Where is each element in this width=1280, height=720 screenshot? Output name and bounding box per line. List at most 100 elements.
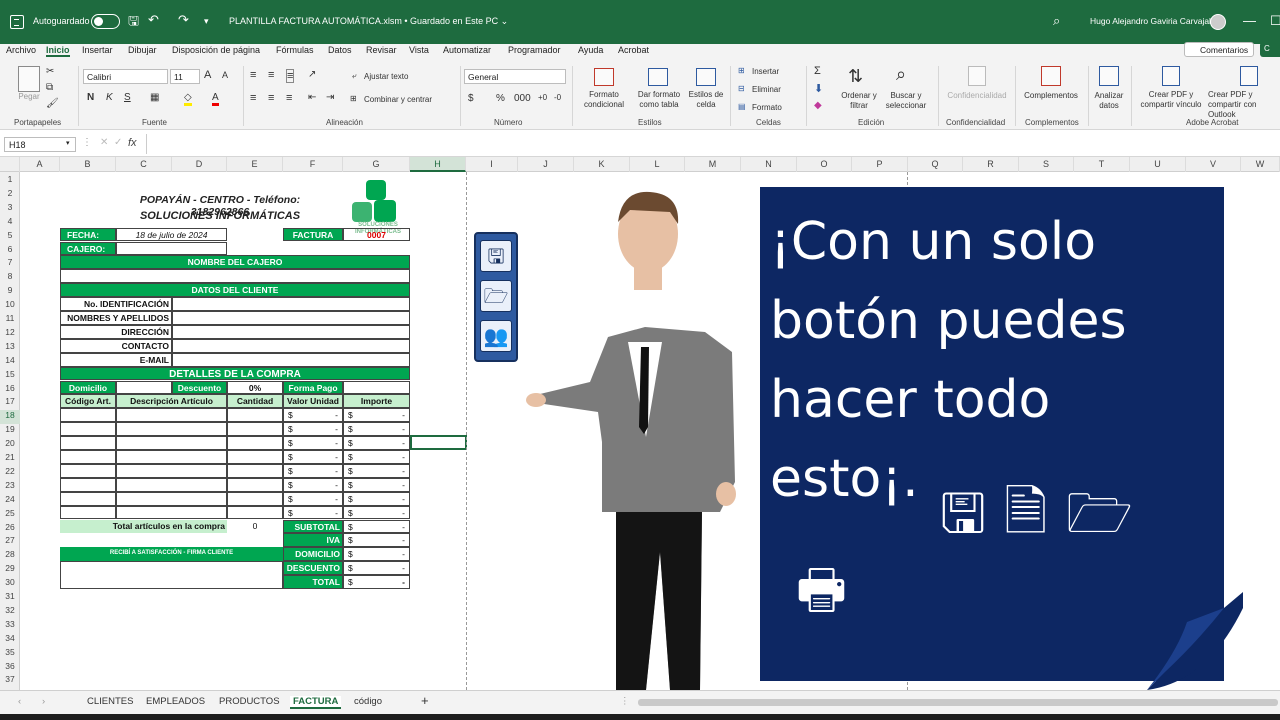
column-header[interactable]: O bbox=[797, 157, 852, 172]
column-header[interactable]: R bbox=[963, 157, 1019, 172]
merge-center-button[interactable]: Combinar y centrar bbox=[364, 95, 432, 104]
wrap-text-button[interactable]: Ajustar texto bbox=[364, 72, 408, 81]
column-header[interactable]: T bbox=[1074, 157, 1130, 172]
tab-automatizar[interactable]: Automatizar bbox=[443, 45, 491, 55]
row-header[interactable]: 8 bbox=[0, 271, 20, 285]
column-header[interactable]: U bbox=[1130, 157, 1186, 172]
column-header[interactable]: G bbox=[343, 157, 410, 172]
column-header[interactable]: E bbox=[227, 157, 283, 172]
user-name[interactable]: Hugo Alejandro Gaviria Carvajal bbox=[1090, 16, 1211, 26]
column-header[interactable]: W bbox=[1241, 157, 1280, 172]
horizontal-scrollbar[interactable] bbox=[638, 699, 1278, 706]
row-header[interactable]: 16 bbox=[0, 383, 20, 397]
sheet-tab-empleados[interactable]: EMPLEADOS bbox=[146, 696, 205, 707]
row-header[interactable]: 29 bbox=[0, 563, 20, 577]
column-header[interactable]: S bbox=[1019, 157, 1074, 172]
format-table-icon[interactable] bbox=[648, 68, 668, 86]
worksheet-grid[interactable]: POPAYÁN - CENTRO - Teléfono: 3182962866 … bbox=[20, 172, 1280, 690]
row-header[interactable]: 4 bbox=[0, 216, 20, 230]
paste-icon[interactable] bbox=[18, 66, 40, 92]
align-bottom-icon[interactable]: ≡ bbox=[286, 69, 295, 83]
delete-cells-icon[interactable]: ⊟ bbox=[738, 84, 745, 93]
sort-filter-button[interactable]: Ordenar y filtrar bbox=[838, 91, 880, 111]
tab-archivo[interactable]: Archivo bbox=[6, 45, 36, 55]
column-header[interactable]: D bbox=[172, 157, 227, 172]
format-table-button[interactable]: Dar formato como tabla bbox=[632, 90, 686, 110]
autosum-icon[interactable]: Σ bbox=[814, 65, 821, 77]
tab-programador[interactable]: Programador bbox=[508, 45, 561, 55]
autosave-toggle[interactable] bbox=[91, 14, 120, 29]
row-header[interactable]: 33 bbox=[0, 619, 20, 633]
decrease-font-icon[interactable]: A bbox=[222, 70, 228, 80]
insert-cells-button[interactable]: Insertar bbox=[752, 67, 779, 76]
currency-icon[interactable]: $ bbox=[468, 93, 474, 104]
number-format-select[interactable]: General bbox=[464, 69, 566, 84]
analyze-data-button[interactable]: Analizar datos bbox=[1090, 91, 1128, 111]
select-all-corner[interactable] bbox=[0, 157, 20, 172]
tab-disposicion[interactable]: Disposición de página bbox=[172, 45, 260, 55]
analyze-data-icon[interactable] bbox=[1099, 66, 1119, 86]
font-name-select[interactable]: Calibri bbox=[83, 69, 168, 84]
row-header[interactable]: 25 bbox=[0, 508, 20, 522]
tab-more-icon[interactable]: ⋮ bbox=[620, 696, 630, 707]
copy-icon[interactable]: ⧉ bbox=[46, 82, 53, 93]
underline-icon[interactable]: S bbox=[124, 92, 131, 103]
row-header[interactable]: 19 bbox=[0, 424, 20, 438]
tab-vista[interactable]: Vista bbox=[409, 45, 429, 55]
row-header[interactable]: 36 bbox=[0, 661, 20, 675]
sheet-tab-codigo[interactable]: código bbox=[354, 696, 382, 707]
cancel-icon[interactable]: ✕ bbox=[100, 137, 108, 148]
row-header[interactable]: 20 bbox=[0, 438, 20, 452]
active-cell[interactable] bbox=[410, 435, 467, 450]
maximize-button[interactable]: ☐ bbox=[1270, 13, 1280, 29]
row-header[interactable]: 10 bbox=[0, 299, 20, 313]
align-middle-icon[interactable]: ≡ bbox=[268, 69, 274, 81]
pdf-link-button[interactable]: Crear PDF y compartir vínculo bbox=[1134, 90, 1208, 110]
increase-font-icon[interactable]: A bbox=[204, 69, 211, 81]
addins-icon[interactable] bbox=[1041, 66, 1061, 86]
row-header[interactable]: 13 bbox=[0, 341, 20, 355]
redo-icon[interactable]: ↷ bbox=[178, 12, 189, 28]
format-cells-icon[interactable]: ▤ bbox=[738, 102, 746, 111]
wrap-text-icon[interactable]: ⤶ bbox=[352, 71, 356, 81]
pdf-link-icon[interactable] bbox=[1162, 66, 1180, 86]
addins-button[interactable]: Complementos bbox=[1018, 91, 1084, 100]
column-header[interactable]: P bbox=[852, 157, 908, 172]
tab-formulas[interactable]: Fórmulas bbox=[276, 45, 314, 55]
formula-input[interactable] bbox=[150, 134, 1270, 154]
decrease-indent-icon[interactable]: ⇤ bbox=[308, 92, 316, 103]
bold-icon[interactable]: N bbox=[87, 92, 94, 103]
row-header[interactable]: 14 bbox=[0, 355, 20, 369]
format-cells-button[interactable]: Formato bbox=[752, 103, 782, 112]
sheet-tab-clientes[interactable]: CLIENTES bbox=[87, 696, 133, 707]
row-header[interactable]: 2 bbox=[0, 188, 20, 202]
tab-ayuda[interactable]: Ayuda bbox=[578, 45, 603, 55]
percent-icon[interactable]: % bbox=[496, 93, 505, 104]
cut-icon[interactable]: ✂ bbox=[46, 66, 54, 77]
font-size-select[interactable]: 11 bbox=[170, 69, 200, 84]
row-header[interactable]: 15 bbox=[0, 369, 20, 383]
row-header[interactable]: 11 bbox=[0, 313, 20, 327]
thousands-icon[interactable]: 000 bbox=[514, 93, 531, 104]
share-button[interactable]: C bbox=[1260, 42, 1280, 57]
avatar[interactable] bbox=[1210, 14, 1226, 30]
row-header[interactable]: 32 bbox=[0, 605, 20, 619]
minimize-button[interactable]: — bbox=[1243, 13, 1256, 28]
tab-insertar[interactable]: Insertar bbox=[82, 45, 113, 55]
cell-styles-button[interactable]: Estilos de celda bbox=[686, 90, 726, 110]
font-color-icon[interactable]: A bbox=[212, 92, 219, 106]
italic-icon[interactable]: K bbox=[106, 92, 113, 103]
tab-dibujar[interactable]: Dibujar bbox=[128, 45, 157, 55]
search-icon[interactable]: ⌕ bbox=[1053, 13, 1060, 29]
column-header[interactable]: A bbox=[20, 157, 60, 172]
comments-button[interactable]: Comentarios bbox=[1184, 42, 1254, 57]
column-header[interactable]: Q bbox=[908, 157, 963, 172]
clear-icon[interactable]: ◆ bbox=[814, 100, 822, 111]
fill-icon[interactable]: ⬇ bbox=[814, 82, 823, 95]
find-icon[interactable]: ⌕ bbox=[896, 64, 906, 85]
sheet-tab-factura[interactable]: FACTURA bbox=[290, 696, 342, 709]
cell-styles-icon[interactable] bbox=[696, 68, 716, 86]
row-header[interactable]: 34 bbox=[0, 633, 20, 647]
conditional-format-icon[interactable] bbox=[594, 68, 614, 86]
search-invoice-button[interactable]: 🗁 bbox=[480, 280, 512, 312]
